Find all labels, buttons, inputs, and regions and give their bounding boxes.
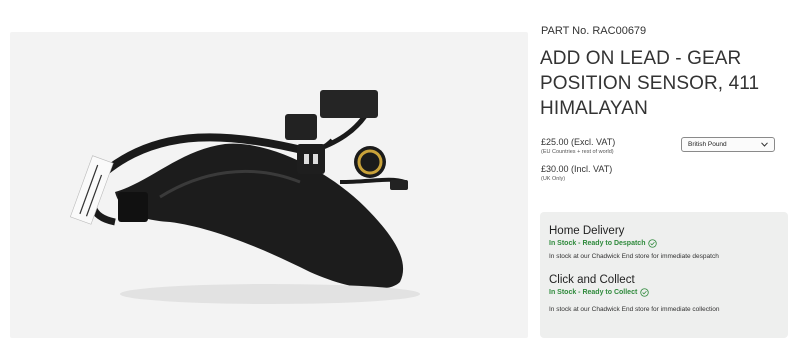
part-number: PART No. RAC00679: [541, 25, 647, 37]
price-incl-note: (UK Only): [541, 176, 566, 182]
price-excl-note: (EU Countries + rest of world): [541, 149, 614, 155]
price-excl-vat: £25.00 (Excl. VAT): [541, 137, 616, 147]
currency-value: British Pound: [688, 141, 727, 148]
check-circle-icon: [648, 239, 658, 248]
click-collect-detail: In stock at our Chadwick End store for i…: [549, 306, 720, 313]
check-circle-icon: [640, 288, 649, 297]
currency-select[interactable]: British Pound: [681, 137, 775, 152]
home-delivery-status: In Stock - Ready to Despatch: [549, 239, 658, 248]
product-image: [10, 32, 528, 338]
click-collect-title: Click and Collect: [549, 274, 635, 286]
product-title: ADD ON LEAD - GEAR POSITION SENSOR, 411 …: [540, 48, 760, 119]
click-collect-status-text: In Stock - Ready to Collect: [549, 289, 638, 296]
chevron-down-icon: [761, 142, 768, 147]
click-collect-status: In Stock - Ready to Collect: [549, 288, 649, 297]
product-photo: [69, 90, 420, 304]
price-incl-vat: £30.00 (Incl. VAT): [541, 164, 613, 174]
home-delivery-detail: In stock at our Chadwick End store for i…: [549, 253, 719, 260]
home-delivery-status-text: In Stock - Ready to Despatch: [549, 240, 646, 247]
availability-panel: Home Delivery In Stock - Ready to Despat…: [540, 212, 788, 338]
home-delivery-title: Home Delivery: [549, 225, 625, 237]
